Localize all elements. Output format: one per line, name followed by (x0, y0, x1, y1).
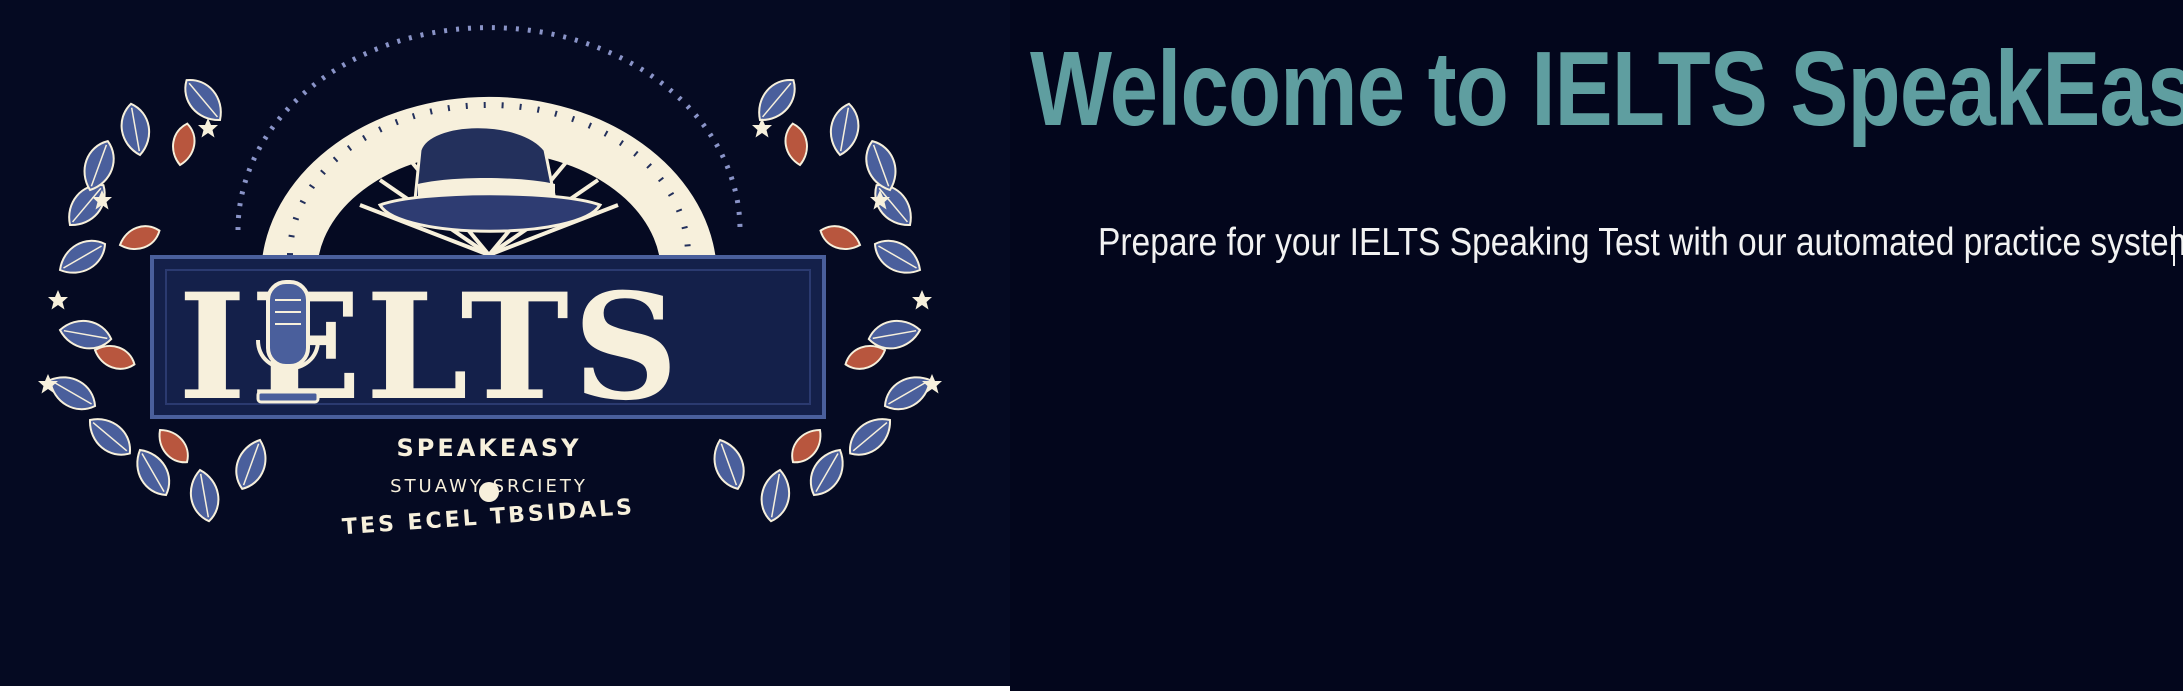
bottom-divider (0, 686, 1010, 691)
logo-sub-text: SPEAKEASY (396, 434, 581, 462)
hero-content: Welcome to IELTS SpeakEasy Prepare for y… (1010, 0, 2183, 691)
clover-icon (479, 482, 499, 502)
page-subtitle: Prepare for your IELTS Speaking Test wit… (1098, 221, 2183, 264)
ielts-speakeasy-logo: IELTS SPEAKEASY STUAWY SRCIETY TES ECEL … (38, 25, 942, 540)
logo-panel: IELTS SPEAKEASY STUAWY SRCIETY TES ECEL … (0, 0, 1010, 691)
logo-main-text: IELTS (178, 262, 682, 433)
page: IELTS SPEAKEASY STUAWY SRCIETY TES ECEL … (0, 0, 2183, 691)
text-caret (2173, 226, 2175, 266)
page-title: Welcome to IELTS SpeakEasy (1030, 30, 2183, 148)
